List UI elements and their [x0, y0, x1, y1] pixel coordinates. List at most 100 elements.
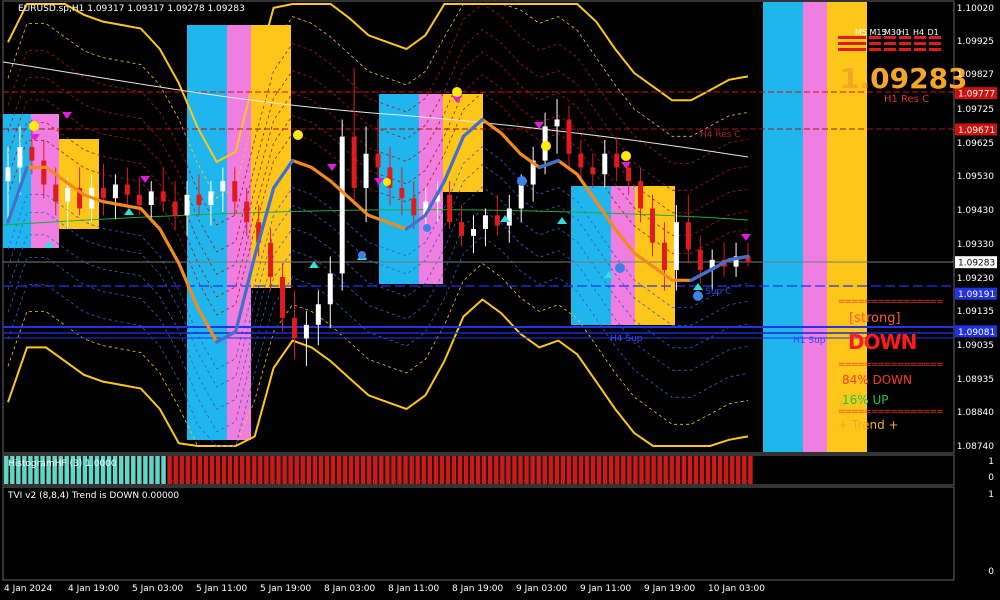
histogram-bar [149, 456, 154, 484]
histogram-bar [469, 456, 475, 484]
histogram-bar [125, 456, 130, 484]
candle-body [518, 184, 524, 209]
candle-body [494, 215, 500, 226]
candle-body [268, 242, 274, 277]
histogram-bar [560, 456, 566, 484]
x-tick: 4 Jan 19:00 [68, 584, 120, 594]
histogram-bar [494, 456, 499, 484]
candle-body [626, 167, 632, 182]
candle-body [685, 222, 691, 250]
histogram-bar [318, 456, 324, 484]
histogram-bar [312, 456, 318, 484]
histogram-bar [536, 456, 541, 484]
candle-body [53, 184, 59, 202]
y-tick: 1.09035 [956, 341, 994, 352]
h4-sup-label: H4 Sup [610, 334, 643, 344]
histogram-bar [203, 456, 209, 484]
histogram-scale-1: 1 [988, 457, 994, 467]
histogram-bar [179, 456, 184, 484]
tvi-label: TVI v2 (8,8,4) Trend is DOWN 0.00000 [8, 491, 180, 501]
histogram-bar [572, 456, 578, 484]
candle-body [291, 317, 297, 339]
histogram-bar [191, 456, 197, 484]
candle-body [459, 222, 465, 236]
histogram-bar [705, 456, 711, 484]
histogram-bar [197, 456, 203, 484]
histogram-bar [427, 456, 432, 484]
candle-body [697, 249, 703, 271]
histogram-bar [354, 456, 360, 484]
histogram-bar [397, 456, 402, 484]
histogram-bar [669, 456, 674, 484]
direction-label: DOWN [848, 330, 917, 354]
price-tag-label: 1.09081 [958, 328, 995, 338]
histogram-bar [209, 456, 215, 484]
histogram-bar [342, 456, 348, 484]
histogram-bar [500, 456, 505, 484]
candle-body [602, 153, 608, 175]
histogram-bar [161, 456, 166, 484]
x-tick: 5 Jan 11:00 [196, 584, 248, 594]
histogram-bar [711, 456, 717, 484]
timeframe-M5: M5 [855, 28, 867, 37]
tvi-scale-0: 0 [988, 567, 994, 577]
trend-label: + Trend + [838, 418, 899, 432]
candle-body [411, 198, 417, 216]
candle-body [5, 167, 11, 182]
timeframe-H4: H4 [913, 28, 925, 37]
down-percentage: 84% DOWN [842, 373, 913, 387]
histogram-bar [215, 456, 221, 484]
candle-body [303, 324, 309, 339]
candle-body [148, 191, 154, 206]
candle-body [220, 181, 226, 192]
histogram-bar [736, 456, 741, 484]
histogram-bar [584, 456, 590, 484]
y-tick: 1.09827 [956, 70, 994, 81]
panel-separator-3: ================ [838, 407, 944, 417]
x-tick: 5 Jan 03:00 [132, 584, 184, 594]
histogram-bar [687, 456, 693, 484]
histogram-bar [699, 456, 705, 484]
timeframe-D1: D1 [927, 28, 939, 37]
candle-body [661, 242, 667, 271]
histogram-bar [421, 456, 426, 484]
candle-body [590, 167, 596, 175]
histogram-bar [360, 456, 366, 484]
y-tick: 1.09230 [956, 274, 994, 285]
candle-body [650, 208, 656, 243]
histogram-bar [258, 456, 263, 484]
histogram-bar [748, 456, 753, 484]
candle-body [208, 191, 214, 206]
candle-body [232, 181, 238, 202]
histogram-bar [693, 456, 699, 484]
histogram-bar [651, 456, 656, 484]
histogram-bar [621, 456, 626, 484]
candle-body [29, 146, 35, 161]
panel-separator: ================ [838, 297, 944, 307]
histogram-bar [730, 456, 735, 484]
histogram-bar [645, 456, 650, 484]
histogram-bar [463, 456, 469, 484]
histogram-bar [379, 456, 384, 484]
candle-body [339, 136, 345, 274]
candle-body [470, 229, 476, 236]
histogram-bar [723, 456, 729, 484]
histogram-bar [675, 456, 681, 484]
candle-body [363, 153, 369, 188]
candle-body [65, 187, 71, 202]
histogram-bar [118, 456, 124, 484]
candle-body [184, 194, 190, 216]
histogram-bar [530, 456, 535, 484]
histogram-bar [596, 456, 602, 484]
price-tag-label: 1.09191 [958, 290, 995, 300]
histogram-bar [403, 456, 408, 484]
histogram-bar [330, 456, 336, 484]
candle-body [315, 304, 321, 325]
histogram-label: HistogramHF (3) 1.0000 [8, 459, 117, 469]
h1-sup-label: H1 Sup [793, 336, 826, 346]
candle-body [280, 276, 286, 318]
y-tick: 1.08935 [956, 375, 994, 386]
h1-res-label: H1 Res C [884, 94, 930, 105]
histogram-bar [336, 456, 342, 484]
candle-body [244, 201, 250, 223]
